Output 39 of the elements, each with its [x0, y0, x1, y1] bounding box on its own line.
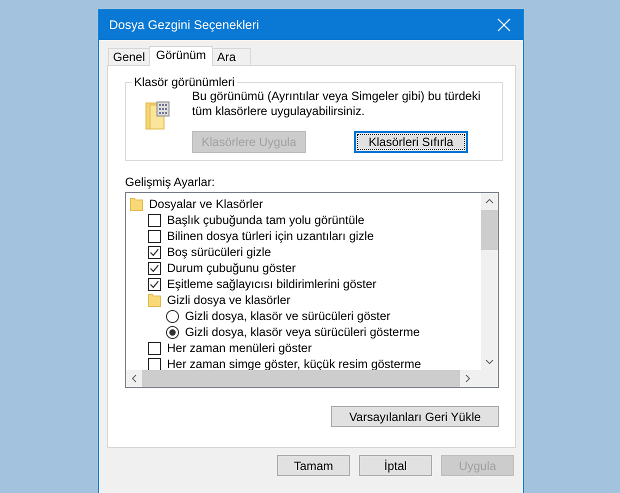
radio-button[interactable] [166, 326, 179, 338]
setting-label: Bilinen dosya türleri için uzantıları gizle [167, 229, 374, 243]
setting-label: Durum çubuğunu göster [167, 261, 296, 275]
tab[interactable]: Ara [212, 48, 251, 65]
checkbox[interactable] [148, 342, 161, 354]
setting-label: Gizli dosya ve klasörler [167, 293, 290, 307]
folder-icon [130, 198, 143, 210]
dialog-button[interactable]: Tamam [277, 455, 350, 476]
checkbox[interactable] [148, 214, 161, 226]
scroll-up-icon[interactable] [485, 198, 494, 204]
setting-label: Her zaman menüleri göster [167, 341, 312, 355]
folder-icon [148, 294, 161, 306]
setting-label: Eşitleme sağlayıcısı bildirimlerini göster [167, 277, 376, 291]
window-title: Dosya Gezgini Seçenekleri [109, 18, 260, 32]
checkbox[interactable] [148, 278, 161, 290]
scroll-left-icon[interactable] [131, 374, 137, 383]
scroll-thumb[interactable] [481, 210, 498, 250]
scroll-down-icon[interactable] [485, 359, 494, 365]
tab[interactable]: Genel [108, 48, 150, 65]
setting-label: Başlık çubuğunda tam yolu görüntüle [167, 213, 364, 227]
vertical-scrollbar[interactable] [481, 193, 498, 370]
setting-label: Boş sürücüleri gizle [167, 245, 272, 259]
description-text: Bu görünümü (Ayrıntılar veya Simgeler gibi) bu türdeki tüm klasörlere uygulayabilirsiniz. [192, 89, 482, 119]
group-title: Klasör görünümleri [133, 75, 236, 89]
checkbox[interactable] [148, 262, 161, 274]
checkbox[interactable] [148, 246, 161, 258]
setting-label: Gizli dosya, klasör ve sürücüleri göster [185, 309, 390, 323]
scroll-right-icon[interactable] [465, 374, 471, 383]
dialog-button[interactable]: Klasörleri Sıfırla [354, 131, 468, 153]
setting-label: Gizli dosya, klasör veya sürücüleri gösterme [185, 325, 420, 339]
setting-label: Dosyalar ve Klasörler [149, 197, 264, 211]
checkbox[interactable] [148, 230, 161, 242]
restore-defaults-button[interactable]: Varsayılanları Geri Yükle [331, 406, 499, 427]
section-label: Gelişmiş Ayarlar: [125, 175, 216, 189]
tab[interactable]: Görünüm [149, 46, 214, 66]
radio-button[interactable] [166, 310, 179, 322]
close-icon[interactable] [497, 18, 511, 32]
folder-grid-icon [144, 99, 172, 131]
dialog-button[interactable]: İptal [359, 455, 432, 476]
